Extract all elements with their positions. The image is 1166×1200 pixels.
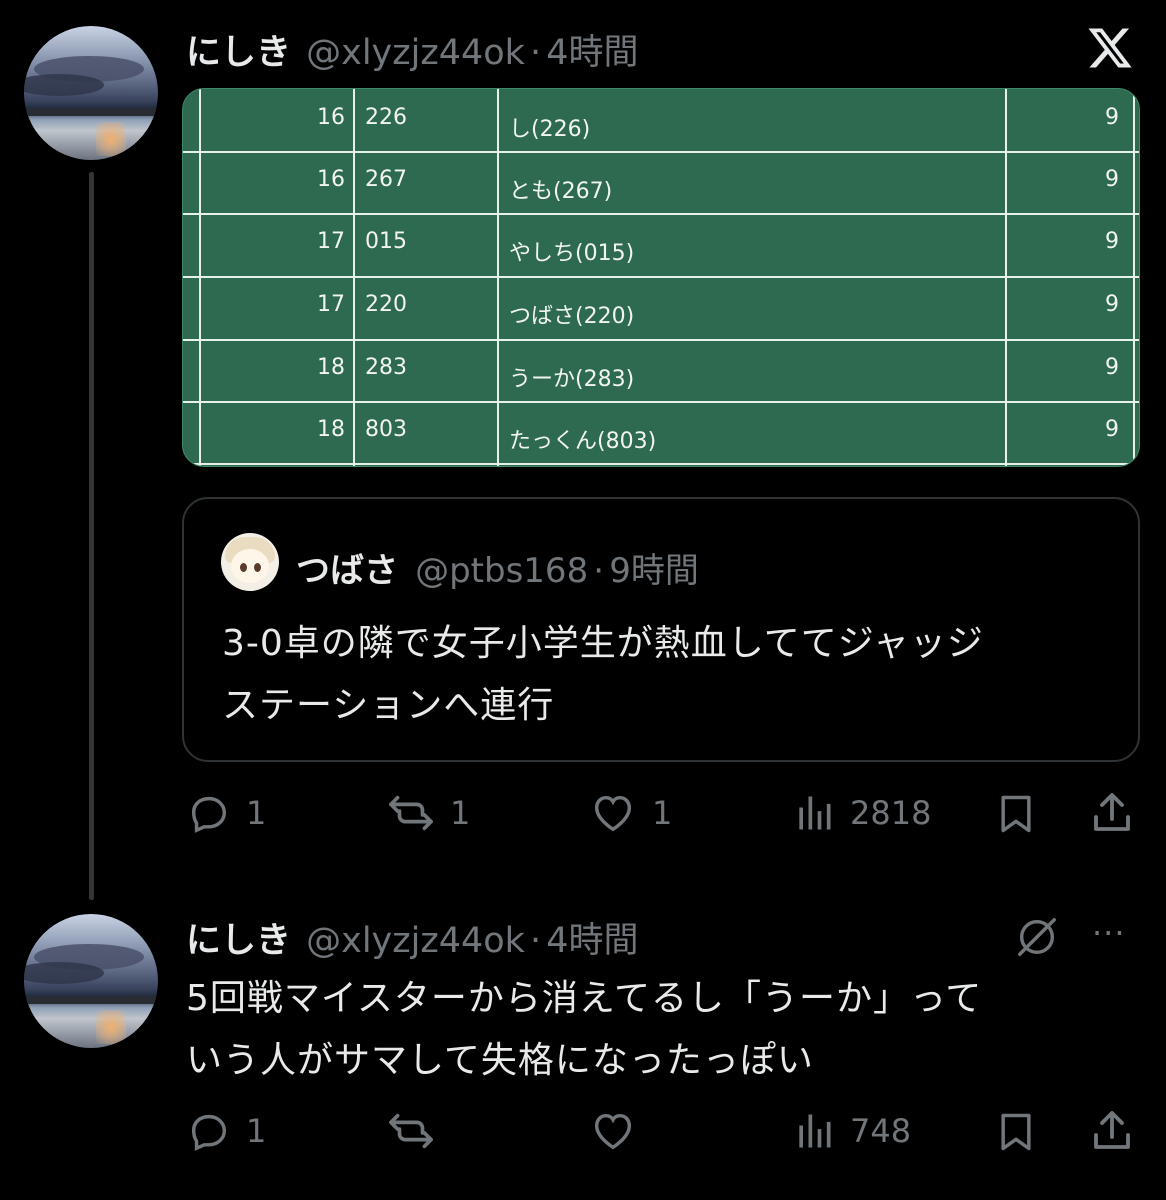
player-name-cell: うーか(283) bbox=[509, 367, 635, 392]
quoted-post-text: 3-0卓の隣で女子小学生が熱血しててジャッジ ステーションへ連行 bbox=[222, 613, 1102, 737]
score-cell: 9 bbox=[1105, 292, 1119, 317]
view-count: 748 bbox=[850, 1112, 912, 1150]
bookmark-button[interactable] bbox=[994, 790, 1038, 838]
heart-icon bbox=[594, 795, 632, 832]
player-name-cell: つばさ(220) bbox=[509, 304, 635, 329]
player-name-cell: たっくん(803) bbox=[509, 429, 657, 454]
player-name-cell: とも(267) bbox=[509, 179, 613, 204]
quoted-text-line: ステーションへ連行 bbox=[222, 685, 555, 726]
reply-count: 1 bbox=[246, 1112, 267, 1150]
like-count: 1 bbox=[652, 794, 673, 832]
share-button[interactable] bbox=[1088, 1106, 1136, 1156]
post-header: にしき @xlyzjz44ok · 4時間 bbox=[186, 912, 639, 963]
table-row: 17 015 やしち(015) 9 bbox=[183, 213, 1139, 275]
score-cell: 9 bbox=[1105, 229, 1119, 254]
reply-button[interactable]: 1 bbox=[186, 790, 266, 836]
quoted-post-header: つばさ @ptbs168 · 9時間 bbox=[296, 543, 699, 592]
quoted-text-line: 3-0卓の隣で女子小学生が熱血しててジャッジ bbox=[222, 623, 984, 664]
quoted-post-card[interactable]: つばさ @ptbs168 · 9時間 3-0卓の隣で女子小学生が熱血しててジャッ… bbox=[182, 497, 1140, 762]
quoted-author-avatar[interactable] bbox=[221, 533, 279, 591]
heart-icon bbox=[594, 1113, 632, 1150]
score-cell: 9 bbox=[1105, 355, 1119, 380]
player-name-cell: やしち(015) bbox=[509, 241, 635, 266]
reply-icon bbox=[191, 796, 227, 833]
table-row: 16 267 とも(267) 9 bbox=[183, 151, 1139, 213]
thread-connector-line bbox=[89, 172, 94, 900]
attached-image-table[interactable]: 16 226 し(226) 9 16 267 とも(267) 9 17 015 … bbox=[182, 88, 1140, 467]
rank-cell: 17 bbox=[317, 292, 345, 317]
post-text-line: 5回戦マイスターから消えてるし「うーか」って bbox=[186, 978, 983, 1019]
author-avatar[interactable] bbox=[24, 914, 158, 1048]
user-handle[interactable]: @xlyzjz44ok bbox=[306, 921, 525, 961]
post-text: 5回戦マイスターから消えてるし「うーか」って いう人がサマして失格になったっぽい bbox=[186, 968, 1126, 1092]
user-handle[interactable]: @xlyzjz44ok bbox=[306, 33, 525, 73]
reply-icon bbox=[191, 1114, 227, 1151]
post-text-line: いう人がサマして失格になったっぽい bbox=[186, 1040, 814, 1081]
like-button[interactable] bbox=[588, 1108, 638, 1154]
table-row: 18 283 うーか(283) 9 bbox=[183, 339, 1139, 401]
quoted-display-name: つばさ bbox=[296, 551, 398, 591]
display-name[interactable]: にしき bbox=[186, 921, 291, 961]
rank-cell: 16 bbox=[317, 167, 345, 192]
rank-cell: 16 bbox=[317, 105, 345, 130]
repost-icon bbox=[389, 1113, 433, 1149]
post-timestamp[interactable]: 4時間 bbox=[546, 33, 638, 73]
view-count: 2818 bbox=[850, 794, 932, 832]
display-name[interactable]: にしき bbox=[186, 33, 291, 73]
score-cell: 9 bbox=[1105, 167, 1119, 192]
more-options-button[interactable]: ··· bbox=[1092, 914, 1126, 952]
share-icon bbox=[1094, 793, 1130, 831]
separator-dot: · bbox=[593, 551, 605, 591]
rank-cell: 18 bbox=[317, 417, 345, 442]
bookmark-icon bbox=[1001, 795, 1031, 833]
x-logo-icon[interactable] bbox=[1086, 24, 1134, 72]
share-button[interactable] bbox=[1088, 788, 1136, 838]
rank-cell: 18 bbox=[317, 355, 345, 380]
separator-dot: · bbox=[530, 33, 542, 73]
player-name-cell: し(226) bbox=[509, 117, 591, 142]
table-row: 17 220 つばさ(220) 9 bbox=[183, 276, 1139, 338]
views-icon bbox=[799, 796, 831, 830]
repost-button[interactable] bbox=[386, 1108, 436, 1154]
grok-icon[interactable] bbox=[1014, 914, 1060, 960]
repost-button[interactable]: 1 bbox=[386, 790, 470, 836]
score-cell: 9 bbox=[1105, 105, 1119, 130]
id-cell: 803 bbox=[365, 417, 407, 442]
reply-button[interactable]: 1 bbox=[186, 1108, 266, 1154]
id-cell: 267 bbox=[365, 167, 407, 192]
repost-count: 1 bbox=[450, 794, 471, 832]
id-cell: 220 bbox=[365, 292, 407, 317]
table-row: 18 803 たっくん(803) 9 bbox=[183, 401, 1139, 463]
like-button[interactable]: 1 bbox=[588, 790, 672, 836]
views-button[interactable]: 2818 bbox=[792, 790, 931, 836]
id-cell: 283 bbox=[365, 355, 407, 380]
share-icon bbox=[1094, 1111, 1130, 1149]
bookmark-button[interactable] bbox=[994, 1108, 1038, 1156]
author-avatar[interactable] bbox=[24, 26, 158, 160]
rank-cell: 17 bbox=[317, 229, 345, 254]
quoted-user-handle: @ptbs168 bbox=[415, 551, 589, 591]
repost-icon bbox=[389, 795, 433, 831]
id-cell: 226 bbox=[365, 105, 407, 130]
score-cell: 9 bbox=[1105, 417, 1119, 442]
id-cell: 015 bbox=[365, 229, 407, 254]
views-button[interactable]: 748 bbox=[792, 1108, 911, 1154]
post-timestamp[interactable]: 4時間 bbox=[546, 921, 638, 961]
table-row bbox=[183, 463, 1139, 466]
post-header: にしき @xlyzjz44ok · 4時間 bbox=[186, 24, 639, 75]
quoted-post-timestamp: 9時間 bbox=[609, 551, 699, 591]
views-icon bbox=[799, 1114, 831, 1148]
separator-dot: · bbox=[530, 921, 542, 961]
bookmark-icon bbox=[1001, 1113, 1031, 1151]
table-row: 16 226 し(226) 9 bbox=[183, 89, 1139, 151]
reply-count: 1 bbox=[246, 794, 267, 832]
